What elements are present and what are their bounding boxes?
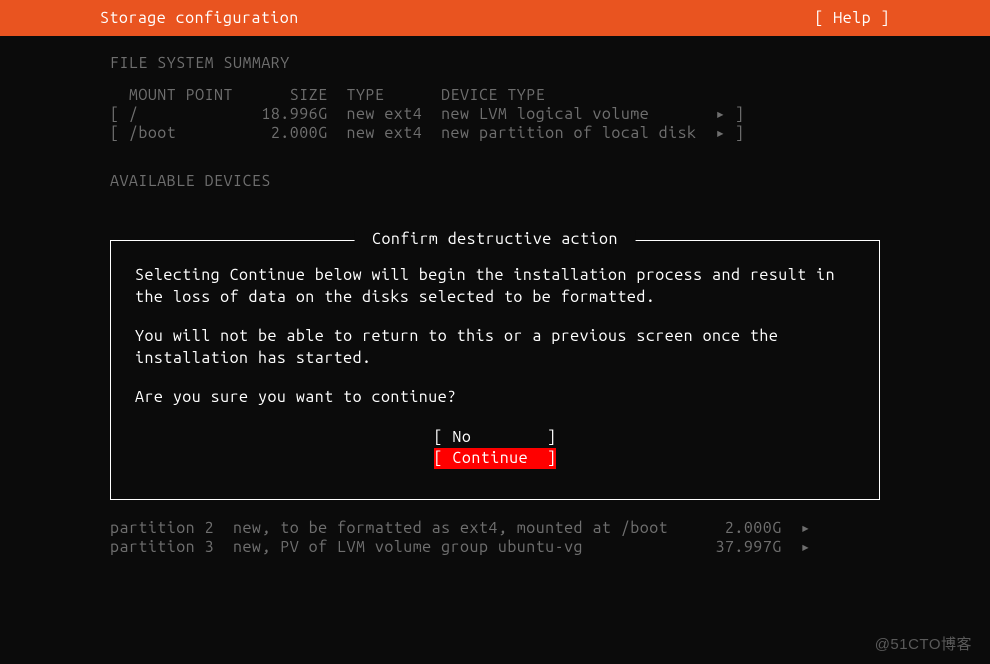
dialog-title: Confirm destructive action [355,230,636,248]
page-title: Storage configuration [100,9,299,27]
continue-button[interactable]: [ Continue ] [434,448,557,469]
fs-summary-table: MOUNT POINT SIZE TYPE DEVICE TYPE [ / 18… [110,86,880,142]
watermark: @51CTO博客 [875,633,972,654]
fs-summary-heading: FILE SYSTEM SUMMARY [110,54,880,72]
dialog-para2: You will not be able to return to this o… [135,326,855,369]
confirm-dialog: Confirm destructive action Selecting Con… [110,240,880,500]
no-button[interactable]: [ No ] [434,427,557,448]
header-bar: Storage configuration [ Help ] [0,0,990,36]
dialog-para3: Are you sure you want to continue? [135,387,855,409]
dialog-body: Selecting Continue below will begin the … [135,265,855,409]
main-content: FILE SYSTEM SUMMARY MOUNT POINT SIZE TYP… [0,54,990,556]
dialog-buttons: [ No ] [ Continue ] [135,427,855,469]
available-devices-heading: AVAILABLE DEVICES [110,172,880,190]
partitions-list: partition 2 new, to be formatted as ext4… [110,518,880,556]
help-button[interactable]: [ Help ] [814,9,890,27]
dialog-para1: Selecting Continue below will begin the … [135,265,855,308]
